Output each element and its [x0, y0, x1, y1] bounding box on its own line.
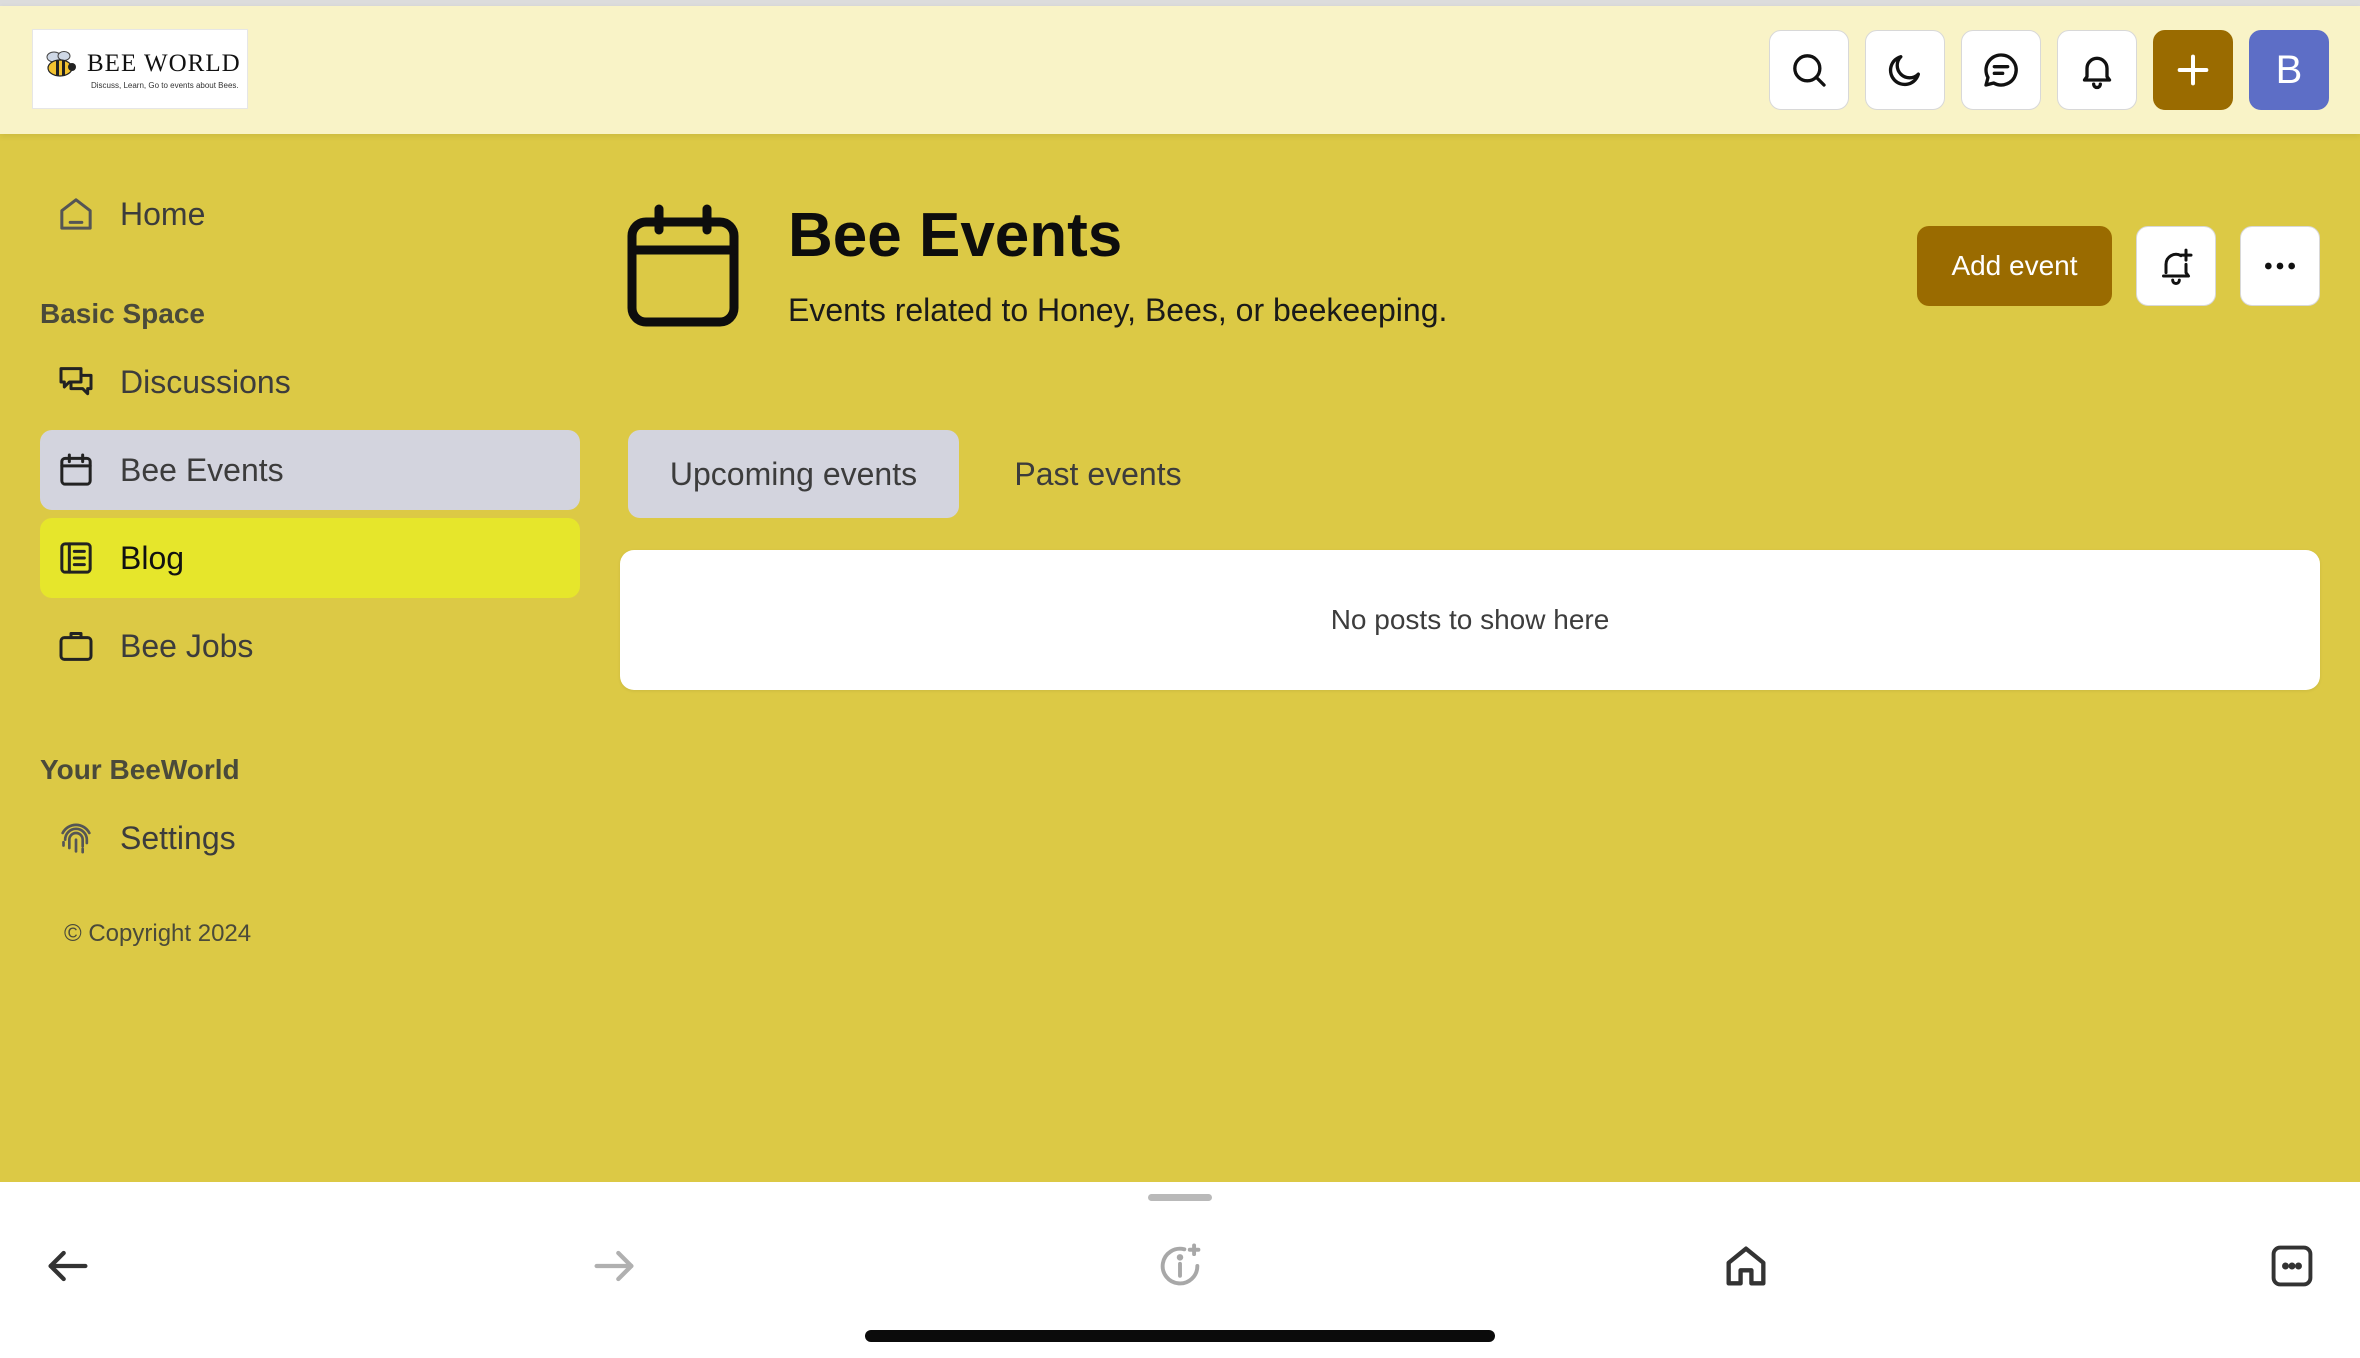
tab-past-events[interactable]: Past events	[990, 430, 1206, 518]
sidebar-item-label: Settings	[120, 819, 236, 856]
search-button[interactable]	[1769, 30, 1849, 110]
sidebar-item-blog[interactable]: Blog	[40, 518, 580, 598]
sheet-grabber[interactable]	[1148, 1194, 1212, 1201]
bell-plus-icon	[2162, 248, 2193, 285]
fingerprint-icon	[61, 823, 91, 854]
calendar-icon	[60, 453, 92, 486]
forward-arrow-icon[interactable]	[588, 1240, 640, 1292]
home-indicator	[865, 1330, 1495, 1342]
notifications-button[interactable]	[2057, 30, 2137, 110]
tab-upcoming-events[interactable]: Upcoming events	[628, 430, 959, 518]
tabs-icon[interactable]	[2266, 1240, 2318, 1292]
moon-icon	[1888, 55, 1920, 87]
sidebar-item-label: Bee Jobs	[120, 627, 254, 664]
back-arrow-icon[interactable]	[42, 1240, 94, 1292]
logo-tagline: Discuss, Learn, Go to events about Bees.	[91, 80, 239, 90]
page-info-icon[interactable]	[1154, 1240, 1206, 1292]
events-list-empty: No posts to show here	[620, 550, 2320, 690]
newspaper-icon	[60, 542, 92, 574]
bell-icon	[2082, 56, 2112, 90]
sidebar-item-label: Discussions	[120, 363, 291, 400]
calendar-icon	[627, 204, 739, 327]
sidebar-item-home[interactable]: Home	[40, 174, 580, 254]
sidebar-item-discussions[interactable]: Discussions	[40, 342, 580, 422]
top-header: BEE WORLD Discuss, Learn, Go to events a…	[0, 6, 2360, 134]
logo-title: BEE WORLD	[87, 49, 241, 77]
home-icon[interactable]	[1720, 1240, 1772, 1292]
site-logo[interactable]: BEE WORLD Discuss, Learn, Go to events a…	[32, 29, 248, 109]
bee-icon	[46, 50, 76, 77]
more-options-button[interactable]	[2240, 226, 2320, 306]
plus-icon	[2177, 54, 2209, 86]
add-event-button[interactable]: Add event	[1917, 226, 2112, 306]
create-button[interactable]	[2153, 30, 2233, 110]
sidebar-item-settings[interactable]: Settings	[40, 798, 580, 878]
empty-state-message: No posts to show here	[1330, 604, 1610, 635]
sidebar-item-label: Bee Events	[120, 451, 284, 488]
sidebar-item-label: Blog	[120, 539, 185, 576]
page-title: Bee Events	[788, 201, 1123, 270]
chat-bubble-icon	[1984, 53, 2018, 87]
home-icon	[60, 198, 92, 230]
user-avatar[interactable]: B	[2249, 30, 2329, 110]
search-icon	[1793, 54, 1826, 87]
sidebar-item-bee-jobs[interactable]: Bee Jobs	[40, 606, 580, 686]
more-horizontal-icon	[2265, 262, 2295, 270]
briefcase-icon	[59, 632, 93, 661]
messages-button[interactable]	[1961, 30, 2041, 110]
dark-mode-button[interactable]	[1865, 30, 1945, 110]
sidebar-item-bee-events[interactable]: Bee Events	[40, 430, 580, 510]
section-basic-space: Basic Space	[40, 298, 205, 329]
browser-toolbar	[0, 1182, 2360, 1358]
copyright-text: © Copyright 2024	[64, 920, 252, 947]
chat-bubbles-icon	[59, 367, 93, 396]
page-description: Events related to Honey, Bees, or beekee…	[788, 292, 1448, 328]
sidebar-item-label: Home	[120, 195, 206, 232]
section-your-beeworld: Your BeeWorld	[40, 754, 240, 785]
subscribe-notifications-button[interactable]	[2136, 226, 2216, 306]
